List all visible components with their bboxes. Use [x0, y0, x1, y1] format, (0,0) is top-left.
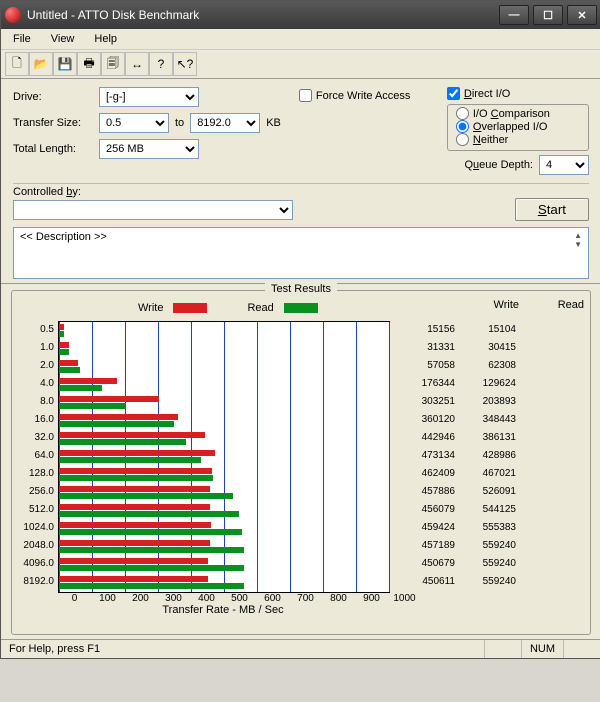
total-length-select[interactable]: 256 MB: [99, 139, 199, 159]
close-button[interactable]: ✕: [567, 5, 597, 25]
copy-icon[interactable]: 🗐: [101, 52, 125, 76]
direct-io-checkbox[interactable]: Direct I/O: [447, 87, 589, 100]
read-col-head: Read: [529, 299, 584, 317]
maximize-button[interactable]: ☐: [533, 5, 563, 25]
window-title: Untitled - ATTO Disk Benchmark: [27, 8, 499, 22]
kb-label: KB: [266, 117, 281, 129]
x-axis-label: Transfer Rate - MB / Sec: [18, 604, 388, 616]
queue-depth-select[interactable]: 4: [539, 155, 589, 175]
app-window: Untitled - ATTO Disk Benchmark ― ☐ ✕ Fil…: [0, 0, 600, 659]
menubar: File View Help: [1, 29, 600, 50]
overlapped-io-radio[interactable]: Overlapped I/O: [456, 120, 580, 133]
transfer-from-select[interactable]: 0.5: [99, 113, 169, 133]
titlebar: Untitled - ATTO Disk Benchmark ― ☐ ✕: [1, 1, 600, 29]
start-button[interactable]: Start: [515, 198, 589, 221]
io-mode-group: I/O Comparison Overlapped I/O Neither: [447, 104, 589, 151]
y-axis: 0.51.02.04.08.016.032.064.0128.0256.0512…: [18, 321, 58, 593]
statusbar: For Help, press F1 NUM: [1, 639, 600, 658]
legend-read-swatch: [284, 303, 318, 313]
description-box[interactable]: << Description >> ▲▼: [13, 227, 589, 279]
controlled-by-select[interactable]: [13, 200, 293, 220]
controlled-by-label: Controlled by:: [13, 186, 509, 198]
force-write-checkbox[interactable]: Force Write Access: [299, 89, 429, 102]
drive-select[interactable]: [-g-]: [99, 87, 199, 107]
read-values-col: 1510430415623081296242038933484433861314…: [461, 321, 516, 593]
transfer-to-select[interactable]: 8192.0: [190, 113, 260, 133]
write-values-col: 1515631331570581763443032513601204429464…: [400, 321, 455, 593]
status-num: NUM: [522, 640, 564, 658]
scroll-arrows[interactable]: ▲▼: [574, 231, 582, 275]
open-icon[interactable]: 📂: [29, 52, 53, 76]
drive-label: Drive:: [13, 91, 93, 103]
status-help: For Help, press F1: [1, 640, 485, 658]
total-length-label: Total Length:: [13, 143, 93, 155]
to-label: to: [175, 117, 184, 129]
context-help-icon[interactable]: ↖?: [173, 52, 197, 76]
minimize-button[interactable]: ―: [499, 5, 529, 25]
legend-write-label: Write: [138, 302, 163, 314]
neither-radio[interactable]: Neither: [456, 133, 580, 146]
legend-read-label: Read: [247, 302, 273, 314]
legend-write-swatch: [173, 303, 207, 313]
chart-area: [58, 321, 390, 593]
io-comparison-radio[interactable]: I/O Comparison: [456, 107, 580, 120]
cycle-icon[interactable]: ↔: [125, 52, 149, 76]
menu-help[interactable]: Help: [86, 31, 125, 47]
new-icon[interactable]: 🗋: [5, 52, 29, 76]
results-title: Test Results: [265, 283, 337, 295]
menu-file[interactable]: File: [5, 31, 39, 47]
help-icon[interactable]: ?: [149, 52, 173, 76]
app-icon: [5, 7, 21, 23]
toolbar: 🗋 📂 💾 🖶 🗐 ↔ ? ↖?: [1, 50, 600, 79]
queue-depth-label: Queue Depth:: [464, 159, 533, 171]
x-axis: 01002003004005006007008009001000: [18, 593, 584, 604]
menu-view[interactable]: View: [43, 31, 83, 47]
save-icon[interactable]: 💾: [53, 52, 77, 76]
write-col-head: Write: [464, 299, 519, 317]
settings-panel: Drive: [-g-] Transfer Size: 0.5 to 8192.…: [1, 79, 600, 284]
results-group: Test Results Write Read Write Read 0.51.…: [11, 290, 591, 635]
transfer-size-label: Transfer Size:: [13, 117, 93, 129]
print-icon[interactable]: 🖶: [77, 52, 101, 76]
